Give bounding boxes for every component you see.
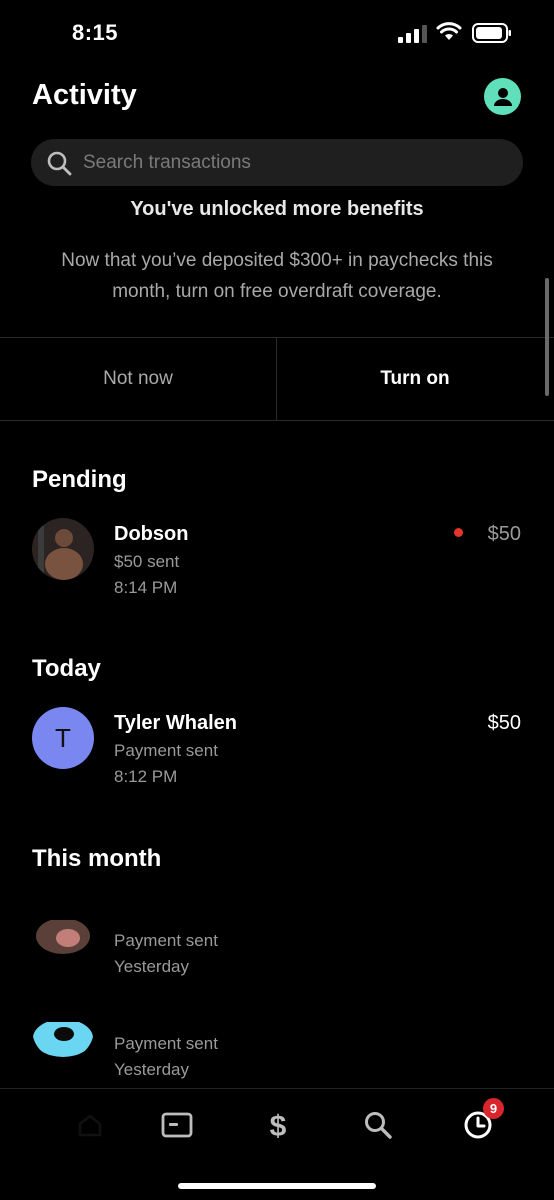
- status-bar: 8:15: [0, 0, 554, 66]
- transaction-time: 8:14 PM: [114, 578, 178, 597]
- section-title-pending: Pending: [32, 466, 127, 493]
- contact-initial-avatar: T: [32, 707, 94, 769]
- transaction-time: 8:12 PM: [114, 767, 178, 786]
- transaction-subtitle: $50 sent: [114, 552, 180, 571]
- svg-text:$: $: [270, 1110, 287, 1141]
- contact-photo-avatar: [32, 518, 94, 580]
- tab-search[interactable]: [358, 1107, 398, 1143]
- not-now-button[interactable]: Not now: [0, 338, 276, 420]
- transaction-name: Tyler Whalen: [114, 712, 237, 734]
- tab-money[interactable]: $: [258, 1107, 298, 1143]
- section-title-today: Today: [32, 655, 101, 682]
- transaction-row[interactable]: Dobson $50 sent 8:14 PM $50: [0, 516, 554, 606]
- cellular-signal-icon: [398, 25, 427, 43]
- transaction-row[interactable]: Payment sent Yesterday: [0, 896, 554, 990]
- card-icon: [161, 1112, 193, 1138]
- dollar-icon: $: [270, 1110, 287, 1141]
- search-icon: [47, 151, 72, 176]
- transaction-time: Yesterday: [114, 957, 189, 976]
- transaction-time: Yesterday: [114, 1060, 189, 1079]
- transaction-subtitle: Payment sent: [114, 741, 218, 760]
- transaction-row[interactable]: T Tyler Whalen Payment sent 8:12 PM $50: [0, 705, 554, 795]
- transaction-subtitle: Payment sent: [114, 931, 218, 950]
- transaction-row[interactable]: Payment sent Yesterday: [0, 998, 554, 1090]
- home-indicator[interactable]: [178, 1183, 376, 1189]
- contact-photo-avatar: [32, 896, 94, 958]
- profile-avatar-button[interactable]: [484, 78, 521, 115]
- search-input[interactable]: [83, 139, 503, 186]
- person-icon: [493, 87, 512, 106]
- scrollbar[interactable]: [545, 278, 549, 396]
- banner-title: You've unlocked more benefits: [130, 198, 424, 216]
- transaction-amount: $50: [487, 523, 521, 545]
- transaction-amount: $50: [487, 712, 521, 734]
- turn-on-button[interactable]: Turn on: [277, 338, 553, 420]
- contact-photo-avatar: [32, 998, 94, 1060]
- pending-status-dot: [454, 528, 463, 537]
- tab-card[interactable]: [157, 1107, 197, 1143]
- tab-home[interactable]: [70, 1107, 110, 1143]
- notification-badge: 9: [483, 1098, 504, 1119]
- search-bar[interactable]: [31, 139, 523, 186]
- transaction-subtitle: Payment sent: [114, 1034, 218, 1053]
- page-title: Activity: [32, 79, 137, 111]
- banner-body: Now that you’ve deposited $300+ in paych…: [61, 250, 493, 302]
- home-icon: [78, 1114, 102, 1137]
- battery-icon: [472, 23, 511, 43]
- section-title-this-month: This month: [32, 845, 162, 872]
- divider: [0, 420, 554, 421]
- transaction-name: Dobson: [114, 523, 189, 545]
- wifi-icon: [436, 22, 462, 40]
- search-icon: [365, 1112, 392, 1139]
- status-time: 8:15: [72, 20, 119, 45]
